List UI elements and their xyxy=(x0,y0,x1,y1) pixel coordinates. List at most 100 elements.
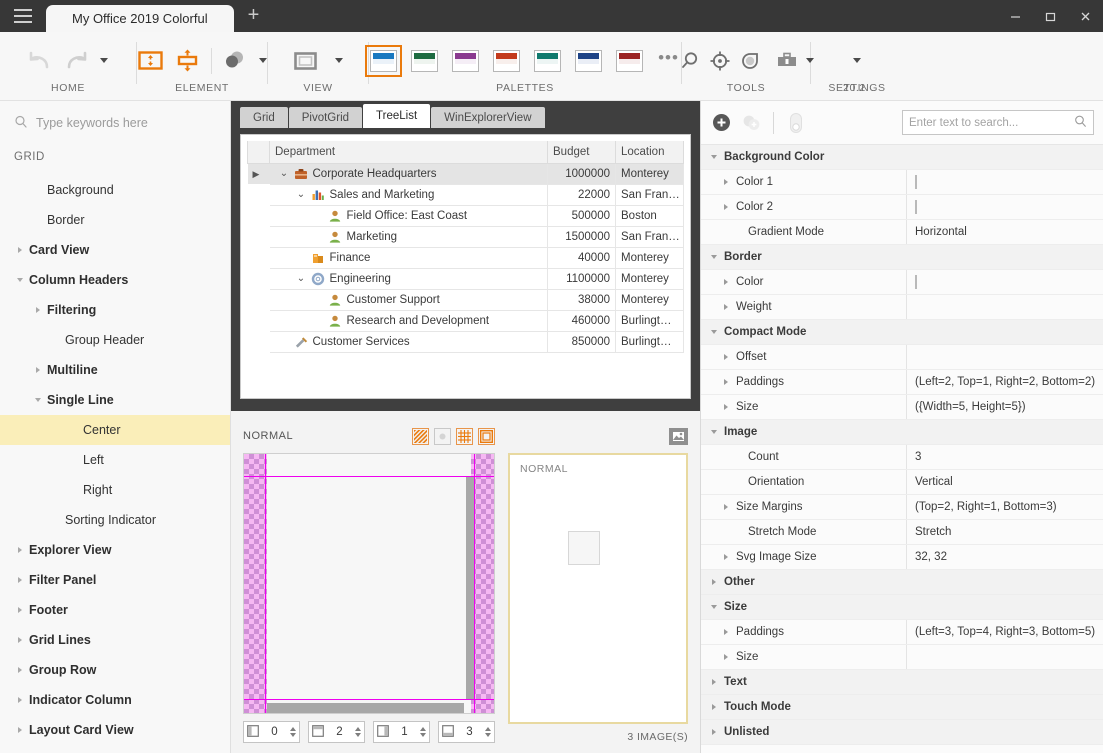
element-dropdown-caret[interactable] xyxy=(258,46,267,76)
property-value-cell[interactable] xyxy=(907,175,1103,189)
property-row-size-margins[interactable]: Size Margins (Top=2, Right=1, Bottom=3) xyxy=(701,495,1103,520)
property-value-cell[interactable]: (Left=2, Top=1, Right=2, Bottom=2) xyxy=(907,376,1103,388)
property-value-cell[interactable]: ({Width=5, Height=5}) xyxy=(907,401,1103,413)
treelist-expander-icon[interactable]: ⌄ xyxy=(279,168,290,179)
sidebar-item-column-headers[interactable]: Column Headers xyxy=(0,265,230,295)
properties-search-input[interactable]: Enter text to search... xyxy=(902,110,1094,135)
property-value-cell[interactable]: (Left=3, Top=4, Right=3, Bottom=5) xyxy=(907,626,1103,638)
view-dropdown-caret[interactable] xyxy=(330,46,348,76)
switch-icon[interactable] xyxy=(785,112,807,134)
twisty-right-icon[interactable] xyxy=(721,203,730,212)
property-row-color[interactable]: Color xyxy=(701,270,1103,295)
treelist-col-department[interactable]: Department xyxy=(269,141,548,164)
history-dropdown-caret[interactable] xyxy=(95,46,113,76)
spinner-down-icon[interactable] xyxy=(290,733,296,737)
picture-icon[interactable] xyxy=(669,427,688,445)
twisty-down-icon[interactable] xyxy=(709,428,718,437)
property-row-gradient-mode[interactable]: Gradient Mode Horizontal xyxy=(701,220,1103,245)
add-circle-icon[interactable] xyxy=(710,112,732,134)
sidebar-item-filtering[interactable]: Filtering xyxy=(0,295,230,325)
property-row-count[interactable]: Count 3 xyxy=(701,445,1103,470)
treelist-row[interactable]: ⌄ Sales and Marketing 22000 San Fran… xyxy=(248,184,684,206)
treelist-row[interactable]: Finance 40000 Monterey xyxy=(248,247,684,269)
treelist-row[interactable]: ▶ ⌄ Corporate Headquarters 1000000 Monterey xyxy=(247,163,684,185)
property-row-color-1[interactable]: Color 1 xyxy=(701,170,1103,195)
left-margin-spinner[interactable]: 0 xyxy=(243,721,300,743)
minimize-icon[interactable] xyxy=(998,0,1033,32)
property-category-unlisted[interactable]: Unlisted xyxy=(701,720,1103,745)
close-icon[interactable] xyxy=(1068,0,1103,32)
treelist-row[interactable]: Customer Support 38000 Monterey xyxy=(248,289,684,311)
twisty-right-icon[interactable] xyxy=(721,378,730,387)
property-value-cell[interactable] xyxy=(907,200,1103,214)
sidebar-search[interactable]: Type keywords here xyxy=(0,101,230,145)
sidebar-item-group-row[interactable]: Group Row xyxy=(0,655,230,685)
twisty-right-icon[interactable] xyxy=(721,303,730,312)
sidebar-item-grid-lines[interactable]: Grid Lines xyxy=(0,625,230,655)
treelist-row[interactable]: Marketing 1500000 San Fran… xyxy=(248,226,684,248)
property-value-cell[interactable]: 3 xyxy=(907,451,1103,463)
property-category-image[interactable]: Image xyxy=(701,420,1103,445)
sidebar-item-group-header[interactable]: Group Header xyxy=(0,325,230,355)
twisty-right-icon[interactable] xyxy=(709,578,718,587)
property-row-size[interactable]: Size xyxy=(701,645,1103,670)
duplicate-icon[interactable] xyxy=(740,112,762,134)
sidebar-item-right[interactable]: Right xyxy=(0,475,230,505)
treelist-row[interactable]: ⌄ Engineering 1100000 Monterey xyxy=(248,268,684,290)
spinner-down-icon[interactable] xyxy=(420,733,426,737)
tab-treelist[interactable]: TreeList xyxy=(363,104,431,128)
main-menu-button[interactable] xyxy=(0,0,46,32)
twisty-down-icon[interactable] xyxy=(32,394,44,406)
image-thumbnail[interactable]: NORMAL xyxy=(508,453,688,724)
color-swatch[interactable] xyxy=(915,200,917,214)
spinner-down-icon[interactable] xyxy=(355,733,361,737)
spinner-up-icon[interactable] xyxy=(290,727,296,731)
treelist-expander-icon[interactable]: ⌄ xyxy=(296,189,307,200)
twisty-down-icon[interactable] xyxy=(709,253,718,262)
twisty-right-icon[interactable] xyxy=(14,634,26,646)
document-tab[interactable]: My Office 2019 Colorful xyxy=(46,5,234,32)
twisty-right-icon[interactable] xyxy=(709,728,718,737)
sidebar-item-layout-card-view[interactable]: Layout Card View xyxy=(0,715,230,745)
sidebar-item-filter-panel[interactable]: Filter Panel xyxy=(0,565,230,595)
color-swatch[interactable] xyxy=(915,275,917,289)
redo-icon[interactable] xyxy=(59,44,93,78)
twisty-right-icon[interactable] xyxy=(721,403,730,412)
treelist-expander-icon[interactable]: ⌄ xyxy=(296,273,307,284)
element-opacity-icon[interactable] xyxy=(221,44,248,78)
view-frame-icon[interactable] xyxy=(288,44,322,78)
twisty-down-icon[interactable] xyxy=(709,603,718,612)
property-row-color-2[interactable]: Color 2 xyxy=(701,195,1103,220)
tab-grid[interactable]: Grid xyxy=(240,107,288,128)
palette-swatch-teal[interactable] xyxy=(529,45,566,77)
sidebar-item-card-view[interactable]: Card View xyxy=(0,235,230,265)
property-row-size[interactable]: Size ({Width=5, Height=5}) xyxy=(701,395,1103,420)
twisty-right-icon[interactable] xyxy=(721,178,730,187)
twisty-right-icon[interactable] xyxy=(14,724,26,736)
property-row-weight[interactable]: Weight xyxy=(701,295,1103,320)
treelist-col-location[interactable]: Location xyxy=(615,141,684,164)
spinner-up-icon[interactable] xyxy=(485,727,491,731)
sidebar-item-footer[interactable]: Footer xyxy=(0,595,230,625)
property-value-cell[interactable] xyxy=(907,275,1103,289)
sidebar-item-background[interactable]: Background xyxy=(0,175,230,205)
undo-icon[interactable] xyxy=(23,44,57,78)
element-center-icon[interactable] xyxy=(174,44,201,78)
twisty-down-icon[interactable] xyxy=(709,328,718,337)
twisty-right-icon[interactable] xyxy=(32,304,44,316)
new-tab-button[interactable]: + xyxy=(234,5,274,27)
twisty-right-icon[interactable] xyxy=(721,628,730,637)
twisty-right-icon[interactable] xyxy=(721,278,730,287)
property-row-paddings[interactable]: Paddings (Left=2, Top=1, Right=2, Bottom=… xyxy=(701,370,1103,395)
treelist-row[interactable]: Research and Development 460000 Burlingt… xyxy=(248,310,684,332)
property-category-border[interactable]: Border xyxy=(701,245,1103,270)
top-margin-spinner[interactable]: 2 xyxy=(308,721,365,743)
twisty-down-icon[interactable] xyxy=(14,274,26,286)
sidebar-item-sorting-indicator[interactable]: Sorting Indicator xyxy=(0,505,230,535)
bottom-margin-spinner[interactable]: 3 xyxy=(438,721,495,743)
property-value-cell[interactable]: Stretch xyxy=(907,526,1103,538)
twisty-right-icon[interactable] xyxy=(709,703,718,712)
element-stretch-icon[interactable] xyxy=(137,44,164,78)
sidebar-item-border[interactable]: Border xyxy=(0,205,230,235)
dot-marker-toggle[interactable] xyxy=(434,427,451,445)
